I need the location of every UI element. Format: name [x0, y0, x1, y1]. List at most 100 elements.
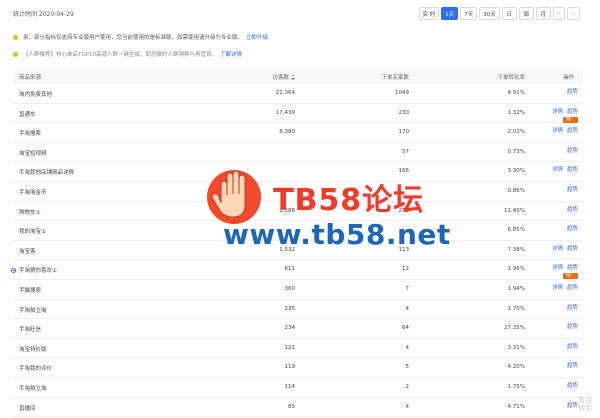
detail-link[interactable]: 详情 [552, 246, 563, 252]
ops-cell: 趋势 [544, 146, 578, 154]
next-date-button[interactable]: > [567, 7, 580, 20]
header-visitors[interactable]: 访客数 [272, 73, 295, 81]
rate-cell: 1.32% [507, 109, 525, 116]
promo-badge[interactable]: 推广 [563, 116, 578, 123]
rate-cell: 6.85% [507, 227, 525, 234]
ops-cell: 详情 趋势 [544, 244, 578, 252]
buyers-cell: 4 [405, 305, 410, 312]
trend-link[interactable]: 趋势 [567, 187, 578, 193]
source-name: 手淘猜你喜欢① [19, 268, 57, 275]
header-rate[interactable]: 下单转化率 [497, 73, 525, 81]
source-cell: 淘宝短视频 [19, 149, 47, 157]
rate-cell: 2.03% [507, 129, 525, 136]
crowd-detail-link[interactable]: 了解详情 [220, 50, 242, 58]
rate-cell: 1.96% [507, 266, 525, 273]
rate-cell: 1.75% [507, 383, 525, 390]
visitors-cell: 119 [284, 364, 296, 371]
buyers-cell: 170 [398, 129, 410, 136]
trend-link[interactable]: 趋势 [567, 246, 578, 252]
rate-cell: 4.20% [507, 364, 525, 371]
source-cell: 手淘旺信 [19, 325, 41, 333]
range-week-button[interactable]: 周 [518, 7, 534, 20]
range-1day-button[interactable]: 1天 [441, 7, 459, 20]
source-name: 淘宝特价版 [19, 346, 47, 353]
top-bar: 统计时间 2020-04-29 实 时 1天 7天 30天 日 周 月 < > [0, 0, 600, 26]
detail-link[interactable]: 详情 [552, 128, 563, 134]
ops-cell: 趋势 [544, 342, 578, 350]
sort-icon[interactable] [291, 74, 295, 80]
upgrade-notice-text: 亲，部分指标仅支持专业版用户使用，您当前使用的是标准版，如需使用请升级为专业版。 [23, 35, 244, 41]
activation-watermark: 激活 转到 [578, 396, 592, 412]
source-cell: 购物车① [19, 208, 40, 216]
header-buyers[interactable]: 下单买家数 [381, 73, 409, 81]
stat-time: 统计时间 2020-04-29 [13, 11, 74, 18]
ops-cell: 趋势 [544, 185, 578, 193]
trend-link[interactable]: 趋势 [567, 226, 578, 232]
trend-link[interactable]: 趋势 [567, 363, 578, 369]
trend-link[interactable]: 趋势 [567, 265, 578, 271]
table-header: 商品来源 访客数 下单买家数 下单转化率 操作 [13, 70, 583, 84]
table-row: 手猫搜索 360 7 1.94% 详情 趋势 [13, 280, 583, 300]
source-name: 直播间 [19, 405, 36, 412]
detail-link[interactable]: 详情 [552, 265, 563, 271]
trend-link[interactable]: 趋势 [567, 305, 578, 311]
trend-link[interactable]: 趋势 [567, 403, 578, 409]
range-day-button[interactable]: 日 [501, 7, 517, 20]
range-realtime-button[interactable]: 实 时 [418, 7, 440, 20]
ops-cell: 详情 趋势推广 [544, 263, 578, 280]
ops-cell: 趋势 [544, 224, 578, 232]
buyers-cell: 12 [402, 266, 409, 273]
source-cell: 手淘淘金币 [19, 188, 47, 196]
range-month-button[interactable]: 月 [535, 7, 551, 20]
trend-link[interactable]: 趋势 [567, 383, 578, 389]
detail-link[interactable]: 详情 [552, 109, 563, 115]
buyers-cell: 7 [405, 285, 410, 292]
table-row: 直播间 85 4 4.71% 趋势 [13, 398, 583, 418]
source-name: 我的淘宝① [19, 229, 46, 236]
warning-dot-icon [13, 51, 18, 57]
source-cell: 直通车 [19, 110, 36, 118]
table-row: 手淘淘金币 3,310 0.86% 趋势 [13, 182, 583, 202]
visitors-cell: 611 [284, 266, 296, 273]
trend-link[interactable]: 趋势 [567, 324, 578, 330]
rate-cell: 1.70% [507, 305, 525, 312]
visitors-cell: 2,588 [279, 207, 295, 214]
ops-cell: 趋势 [544, 322, 578, 330]
table-row: 手淘我的评价 119 5 4.20% 趋势 [13, 358, 583, 378]
trend-link[interactable]: 趋势 [567, 128, 578, 134]
range-30day-button[interactable]: 30天 [479, 7, 500, 20]
trend-link[interactable]: 趋势 [567, 89, 578, 95]
detail-link[interactable]: 详情 [552, 167, 563, 173]
source-cell: 手猫搜索 [19, 286, 41, 294]
visitors-cell: 114 [284, 383, 296, 390]
warning-dot-icon [13, 34, 18, 40]
selected-radio-icon[interactable] [11, 267, 16, 273]
trend-link[interactable]: 趋势 [567, 344, 578, 350]
trend-link[interactable]: 趋势 [567, 148, 578, 154]
activation-line2: 转到 [578, 404, 592, 412]
range-7day-button[interactable]: 7天 [460, 7, 478, 20]
buyers-cell: 295 [398, 207, 410, 214]
buyers-cell: 1049 [395, 90, 409, 96]
promo-badge[interactable]: 推广 [563, 273, 578, 280]
ops-cell: 详情 趋势 推广 [544, 107, 578, 123]
buyers-cell: 64 [402, 325, 409, 332]
rate-cell: 11.40% [504, 207, 525, 214]
prev-date-button[interactable]: < [552, 7, 566, 20]
upgrade-notice: 亲，部分指标仅支持专业版用户使用，您当前使用的是标准版，如需使用请升级为专业版。… [13, 32, 573, 42]
visitors-cell: 21,364 [275, 90, 295, 96]
upgrade-link[interactable]: 立即升级 [246, 33, 268, 41]
trend-link[interactable]: 趋势 [567, 109, 578, 115]
visitors-cell: 3,310 [279, 187, 295, 194]
source-name: 淘宝短视频 [19, 150, 47, 157]
trend-link[interactable]: 趋势 [567, 167, 578, 173]
table-row: 手淘其他店铺商品详情 166 3.30% 详情 趋势 [13, 162, 583, 182]
visitors-cell: 235 [284, 305, 296, 312]
rate-cell: 7.38% [507, 246, 525, 253]
source-name: 手淘我的评价 [19, 366, 53, 373]
source-name: 手淘拍立淘 [19, 307, 47, 314]
table-row: 手淘搜索 8,380 170 2.03% 详情 趋势 [13, 123, 583, 143]
detail-link[interactable]: 详情 [552, 285, 563, 291]
trend-link[interactable]: 趋势 [567, 285, 578, 291]
trend-link[interactable]: 趋势 [567, 207, 578, 213]
